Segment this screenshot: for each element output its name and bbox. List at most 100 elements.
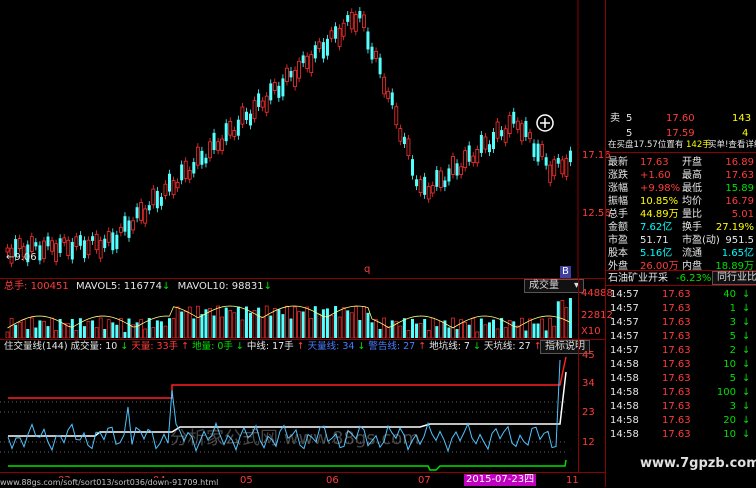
- indicator-legend-item: 天坑线: 27: [483, 341, 531, 352]
- candle: [483, 136, 488, 150]
- volume-bar: [289, 318, 293, 338]
- volume-bar: [398, 325, 403, 338]
- volume-bar: [159, 321, 163, 338]
- trade-price: 17.63: [662, 401, 691, 412]
- stat-label: 最新: [608, 157, 628, 168]
- candle: [378, 57, 382, 75]
- stat-label: 涨幅: [608, 183, 628, 194]
- candle: [220, 138, 225, 152]
- total-volume-value: 100451: [30, 281, 69, 292]
- indicator-legend-item: 中线: 17手: [246, 341, 294, 352]
- candle: [305, 55, 310, 69]
- volume-bar: [362, 306, 366, 338]
- candle: [249, 113, 252, 126]
- candle: [471, 155, 476, 163]
- trade-row: 14:58 17.63 5 ↓: [606, 372, 756, 386]
- indicator-dropdown[interactable]: 成交量 ▾: [524, 279, 584, 293]
- indicator-legend-item: 警告线: 27: [368, 341, 416, 352]
- volume-bar: [467, 324, 471, 338]
- indicator-legend-item: 住交量线(144): [4, 341, 68, 352]
- ask-level-icon: 卖: [610, 113, 620, 124]
- industry-compare-button[interactable]: 同行业比较: [712, 271, 756, 285]
- order-summary[interactable]: 在买盘17.57位置有 142手 买单!查看详细: [606, 139, 756, 152]
- candle: [406, 138, 411, 157]
- volume-bar: [366, 312, 370, 338]
- trade-price: 17.63: [662, 289, 691, 300]
- volume-bar: [21, 319, 26, 338]
- volume-bar: [447, 327, 451, 338]
- volume-bar: [29, 317, 34, 338]
- volume-axis-label: X10: [581, 326, 601, 337]
- panel-divider: [0, 339, 606, 340]
- trade-time: 14:58: [610, 429, 639, 440]
- candle: [358, 11, 362, 19]
- stat-label: 换手: [682, 222, 702, 233]
- trade-volume: 5: [729, 373, 736, 384]
- time-axis-label: 11: [566, 475, 579, 486]
- candle: [155, 190, 159, 209]
- candle: [443, 180, 447, 188]
- candle: [62, 237, 67, 243]
- volume-bar: [240, 319, 245, 338]
- trade-time: 14:58: [610, 401, 639, 412]
- volume-bar: [483, 324, 488, 338]
- candle: [277, 85, 281, 98]
- volume-bar: [34, 327, 38, 338]
- candlestick-chart[interactable]: [0, 0, 606, 278]
- indicator-chart[interactable]: [0, 352, 578, 472]
- candle: [54, 243, 58, 262]
- candle: [66, 239, 71, 256]
- candle: [334, 26, 338, 39]
- order-detail-link[interactable]: 买单!查看详细: [708, 139, 756, 152]
- stat-value: 17.63: [640, 157, 669, 168]
- volume-bar: [532, 323, 536, 338]
- down-arrow-icon: ↓: [742, 345, 751, 356]
- volume-bar: [321, 309, 325, 338]
- candle: [451, 156, 455, 175]
- volume-bar: [435, 326, 439, 338]
- volume-bar: [552, 325, 557, 338]
- candle: [353, 14, 358, 32]
- volume-bar: [17, 322, 22, 338]
- indicator-legend-item: 天量线: 34: [307, 341, 355, 352]
- candle: [34, 242, 38, 247]
- down-arrow-icon: ↓: [742, 331, 751, 342]
- candle: [86, 239, 91, 256]
- volume-chart[interactable]: [0, 292, 578, 338]
- trade-volume: 40: [723, 289, 736, 300]
- status-url[interactable]: www.88gs.com/soft/sort013/sort036/down-9…: [0, 478, 219, 487]
- candle: [503, 128, 508, 143]
- trade-volume: 5: [729, 331, 736, 342]
- candle: [192, 162, 196, 174]
- volume-bar: [111, 322, 115, 338]
- candle: [252, 100, 257, 120]
- volume-bar: [264, 305, 269, 338]
- trade-row: 14:57 17.63 2 ↓: [606, 344, 756, 358]
- trade-volume: 3: [729, 317, 736, 328]
- candle: [564, 158, 569, 177]
- volume-bar: [62, 323, 67, 338]
- volume-bar: [475, 331, 480, 338]
- down-arrow-icon: ↓: [742, 289, 751, 300]
- trade-time: 14:58: [610, 359, 639, 370]
- volume-bar: [236, 306, 240, 338]
- quote-stat-row: 市盈 51.71 市盈(动) 951.5: [606, 234, 756, 247]
- mid-line: [8, 371, 567, 437]
- volume-bar: [50, 317, 54, 338]
- volume-bar: [143, 328, 148, 338]
- down-arrow-icon: ↓: [742, 303, 751, 314]
- candle: [512, 111, 516, 124]
- candle: [74, 236, 79, 247]
- mavol5-value: 116774: [123, 281, 162, 292]
- volume-bar: [564, 307, 569, 338]
- quote-stat-row: 总手 44.89万 量比 5.01: [606, 208, 756, 221]
- candle: [370, 46, 374, 60]
- volume-bar: [272, 308, 277, 338]
- b-badge[interactable]: B: [560, 266, 571, 278]
- volume-bar: [418, 323, 423, 338]
- volume-bar: [224, 307, 228, 338]
- up-arrow-icon: ↑: [296, 341, 305, 352]
- trade-time: 14:57: [610, 303, 639, 314]
- volume-bar: [386, 327, 391, 338]
- volume-bar: [305, 306, 310, 338]
